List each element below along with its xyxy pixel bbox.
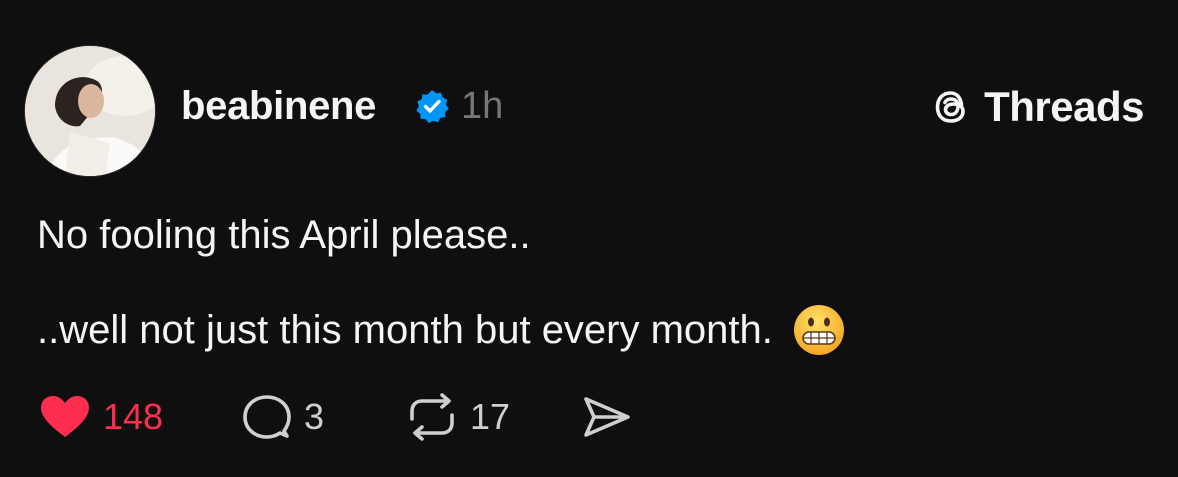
share-button[interactable] — [580, 393, 632, 441]
like-button[interactable]: 148 — [37, 393, 163, 441]
threads-logo-icon — [935, 91, 965, 123]
send-icon — [584, 397, 630, 437]
repost-button[interactable]: 17 — [404, 393, 510, 441]
repost-count: 17 — [470, 396, 511, 437]
post-text-line-1: No fooling this April please.. — [37, 213, 531, 257]
post-text-line-2: ..well not just this month but every mon… — [37, 308, 773, 352]
username[interactable]: beabinene — [181, 82, 376, 130]
comment-bubble-icon — [243, 395, 291, 439]
reply-count: 3 — [304, 396, 325, 437]
threads-post-card: beabinene 1h Threads No fooling this Apr… — [0, 0, 1178, 477]
verified-badge-icon — [416, 90, 449, 124]
grimacing-face-icon — [793, 305, 844, 355]
reply-button[interactable]: 3 — [240, 393, 324, 441]
repost-icon — [410, 393, 454, 441]
heart-icon — [41, 396, 89, 437]
timestamp: 1h — [461, 85, 504, 127]
threads-brand: Threads — [928, 82, 1144, 132]
post-text-line-2-row: ..well not just this month but every mon… — [37, 304, 845, 356]
brand-label: Threads — [984, 83, 1144, 130]
avatar[interactable] — [24, 45, 156, 177]
like-count: 148 — [103, 396, 164, 437]
